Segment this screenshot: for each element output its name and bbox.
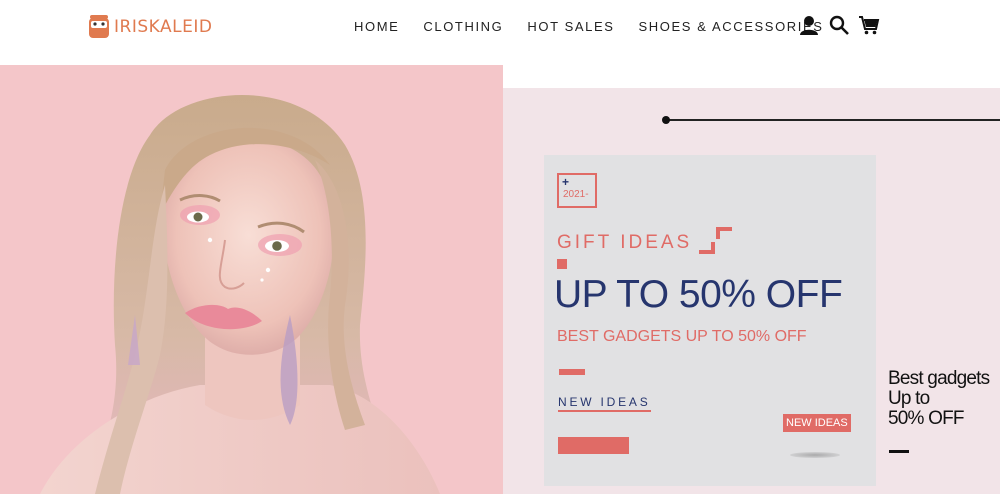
cart-icon[interactable] [858, 14, 880, 36]
slide-indicator-dot[interactable] [662, 116, 670, 124]
side-line-3: 50% OFF [888, 408, 965, 429]
nav-item-clothing[interactable]: CLOTHING [423, 18, 503, 36]
gift-ideas-title: GIFT IDEAS [557, 232, 693, 253]
promo-subline: BEST GADGETS UP TO 50% OFF [557, 328, 807, 345]
nav-item-shoes-accessories[interactable]: SHOES & ACCESSORIES [639, 18, 824, 36]
corner-decoration [716, 227, 732, 239]
year-tag: + 2021- [557, 173, 597, 208]
nav-item-hot-sales[interactable]: HOT SALES [527, 18, 614, 36]
account-icon[interactable] [798, 14, 820, 36]
nav-item-home[interactable]: HOME [354, 18, 399, 36]
year-text: 2021- [563, 189, 589, 200]
side-dash [889, 450, 909, 453]
accent-square [557, 259, 567, 269]
brand-name: IRISKALEID [114, 17, 213, 37]
corner-decoration [699, 242, 715, 254]
search-icon[interactable] [828, 14, 850, 36]
main-nav: HOME CLOTHING HOT SALES SHOES & ACCESSOR… [354, 18, 848, 36]
header-icons [798, 14, 888, 36]
slide-indicator-line [667, 119, 1000, 121]
badge-shadow [790, 452, 840, 458]
side-line-2: Up to [888, 388, 930, 409]
plus-icon: + [562, 175, 570, 189]
promo-card: + 2021- GIFT IDEAS UP TO 50% OFF BEST GA… [544, 155, 876, 486]
new-ideas-badge: NEW IDEAS [783, 414, 851, 432]
hero-right-gap [503, 65, 1000, 88]
logo-mark-icon [89, 15, 109, 38]
model-portrait-image [40, 95, 440, 494]
shop-button[interactable] [558, 437, 629, 454]
promo-headline: UP TO 50% OFF [554, 273, 843, 316]
new-ideas-link[interactable]: NEW IDEAS [558, 395, 651, 412]
accent-bar [559, 369, 585, 375]
site-header: IRISKALEID HOME CLOTHING HOT SALES SHOES… [0, 0, 1000, 65]
side-line-1: Best gadgets [888, 368, 990, 389]
hero-image-panel [0, 65, 503, 494]
side-promo-text: Best gadgets Up to 50% OFF [888, 368, 990, 429]
logo[interactable]: IRISKALEID [88, 14, 212, 40]
